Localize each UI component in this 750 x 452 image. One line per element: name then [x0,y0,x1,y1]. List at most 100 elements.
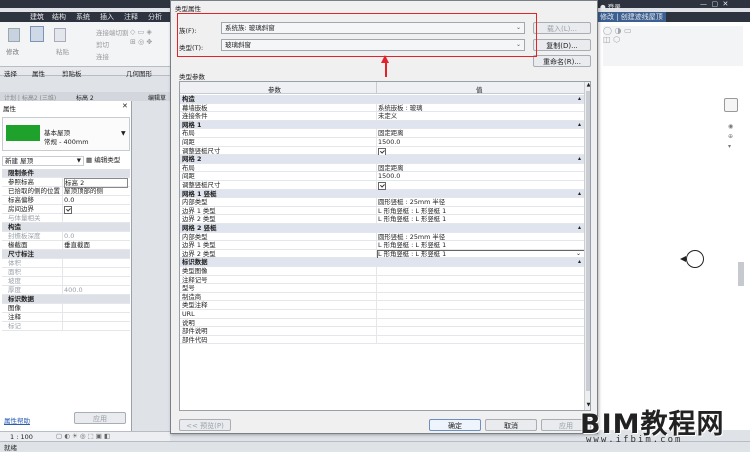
param-row[interactable]: 内部类型 圆形竖梃 : 25mm 半径 [180,232,584,242]
col-param-header: 参数 [268,86,281,94]
param-row[interactable]: 型号 [180,284,584,293]
view-tab-sketch[interactable]: 编辑草 [148,93,166,102]
cut-join-label[interactable]: 连接端切割 [96,27,129,37]
cancel-button[interactable]: 取消 [485,419,537,431]
group-grid2-mullions[interactable]: 网格 2 竖梃 ▴ [180,224,584,233]
ribbon-tab-annotate[interactable]: 注释 [124,12,138,22]
param-row-selected[interactable]: 边界 2 类型 L 形角竖梃 : L 形竖梃 1 ⌄ [180,249,585,260]
paste-icon[interactable] [54,28,66,42]
group-construction[interactable]: 构造 ▴ [180,95,584,104]
view-control-icons[interactable]: ▢ ◐ ☀ ◎ ⬚ ▣ ◧ [56,432,110,440]
preview-button[interactable]: << 预览(P) [179,419,231,431]
param-row[interactable]: 部件代码 [180,335,584,345]
scroll-up-icon[interactable]: ▲ [585,82,590,89]
view-control-bar: 1 : 100 ▢ ◐ ☀ ◎ ⬚ ▣ ◧ [0,431,170,441]
prop-row-level-offset[interactable]: 标高偏移 0.0 [2,196,130,205]
ok-button[interactable]: 确定 [429,419,481,431]
group-grid2[interactable]: 网格 2 ▴ [180,155,584,164]
param-row[interactable]: 间距 1500.0 [180,138,584,147]
window-controls[interactable]: — ▢ ✕ [700,0,750,9]
instance-selector[interactable]: 新建 屋顶 ▼ [2,156,84,166]
grid-scrollbar[interactable]: ▲ ▼ [584,82,590,410]
close-properties-icon[interactable]: ✕ [122,102,128,110]
vertical-scrollbar[interactable] [738,262,744,286]
dialog-title: 类型属性 [175,5,201,13]
param-row[interactable]: 说明 [180,318,584,328]
grid-header: 参数 值 [180,82,584,94]
type-selector[interactable]: 基本屋顶 常规 - 400mm ▼ [2,117,130,151]
elevation-marker-arrow [680,256,686,262]
cut-label[interactable]: 剪切 [96,39,109,49]
restore-icon[interactable]: ▢ [711,0,718,8]
param-row[interactable]: 间距 1500.0 [180,172,584,181]
type-sub: 常规 - 400mm [44,138,89,146]
ribbon-tab-insert[interactable]: 插入 [100,12,114,22]
viewcube-icon[interactable] [724,98,738,112]
prop-row-volume: 体积 [2,259,130,268]
ribbon-tab-structure[interactable]: 结构 [52,12,66,22]
user-icon: ● [600,3,606,11]
group-grid1-mullions[interactable]: 网格 1 竖梃 ▴ [180,189,584,199]
param-row[interactable]: 部件说明 [180,327,584,336]
prop-row-ref-level[interactable]: 参照标高 标高 2 [2,178,130,188]
duplicate-button[interactable]: 复制(D)... [533,39,591,51]
watermark-url: www.ifbim.com [586,435,683,445]
param-row[interactable]: 制造商 [180,292,584,302]
prop-row-room-bounding[interactable]: 房间边界 [2,205,130,214]
contextual-tab[interactable]: 修改 | 创建迹线屋顶 [597,12,666,22]
nav-bar-icons[interactable]: ◉ ⊕ ▾ [728,122,736,162]
prop-row-slope: 坡度 [2,277,130,286]
prop-row-rafter-cut[interactable]: 椽截面 垂直截面 [2,241,130,250]
param-row[interactable]: 幕墙嵌板 系统嵌板 : 玻璃 [180,103,584,113]
param-row[interactable]: URL [180,310,584,319]
room-bounding-checkbox[interactable] [64,206,72,214]
scale-label[interactable]: 1 : 100 [10,433,33,441]
select-panel-label[interactable]: 选择 [4,68,17,78]
prop-row-image[interactable]: 图像 [2,304,130,313]
prop-row-comments[interactable]: 注释 [2,313,130,322]
close-icon[interactable]: ✕ [723,0,729,8]
join-label[interactable]: 连接 [96,51,109,61]
drawing-area[interactable] [598,22,750,430]
prop-row-picked-side[interactable]: 已拾取的侧的位置 屋顶顶部的侧 [2,187,130,196]
param-row[interactable]: 连接条件 未定义 [180,112,584,121]
edit-type-button[interactable]: ▦ 编辑类型 [86,156,130,166]
modify-icon[interactable] [8,28,20,42]
properties-apply-button[interactable]: 应用 [74,412,126,424]
chevron-down-icon[interactable]: ⌄ [576,250,581,259]
prop-category-dimensions[interactable]: 尺寸标注 [2,250,130,259]
watermark: BIM教程网 www.ifbim.com [580,402,748,448]
param-row[interactable]: 布局 固定距离 [180,163,584,173]
ribbon-right-tools[interactable]: ◯ ◑ ▭ ◫ ⬡ [603,26,743,66]
scroll-thumb[interactable] [586,91,590,391]
param-row[interactable]: 内部类型 圆形竖梃 : 25mm 半径 [180,198,584,207]
paste-label: 粘贴 [56,48,69,56]
properties-help-link[interactable]: 属性帮助 [4,415,30,425]
param-row[interactable]: 调整竖梃尺寸 [180,181,584,190]
param-row[interactable]: 布局 固定距离 [180,129,584,138]
elevation-marker-icon[interactable] [686,250,704,268]
load-button[interactable]: 载入(L)... [533,22,591,34]
prop-category-identity[interactable]: 标识数据 [2,295,130,304]
properties-title: 属性 [3,105,16,113]
ribbon-tab-analyze[interactable]: 分析 [148,12,162,22]
user-area[interactable]: ● 登录 [600,1,660,11]
settings-icons[interactable]: ◇ ▭ ◈ ⊞ ◎ ✥ [130,27,170,57]
ribbon-tab-systems[interactable]: 系统 [76,12,90,22]
minimize-icon[interactable]: — [700,0,707,8]
properties-icon[interactable] [30,26,44,42]
prop-category-construction[interactable]: 构造 [2,223,130,232]
param-row[interactable]: 边界 1 类型 L 形角竖梃 : L 形竖梃 1 [180,241,584,250]
param-row[interactable]: 调整竖梃尺寸 [180,146,584,156]
group-identity-data[interactable]: 标识数据 ▴ [180,258,584,267]
view-tab-bar: 计划 | 标高2 (三维) 标高 2 编辑草 [0,92,170,102]
ribbon-tab-architecture[interactable]: 建筑 [30,12,44,22]
rename-button[interactable]: 重命名(R)... [533,55,591,67]
prop-row-mark: 标记 [2,322,130,331]
param-row[interactable]: 注释记号 [180,275,584,285]
prop-category-constraints[interactable]: 限制条件 [2,169,130,178]
prop-row-fascia-depth: 封檐板深度 0.0 [2,232,130,241]
param-row[interactable]: 边界 2 类型 L 形角竖梃 : L 形竖梃 1 [180,215,584,224]
param-row[interactable]: 类型注释 [180,301,584,310]
param-row[interactable]: 类型图像 [180,267,584,276]
